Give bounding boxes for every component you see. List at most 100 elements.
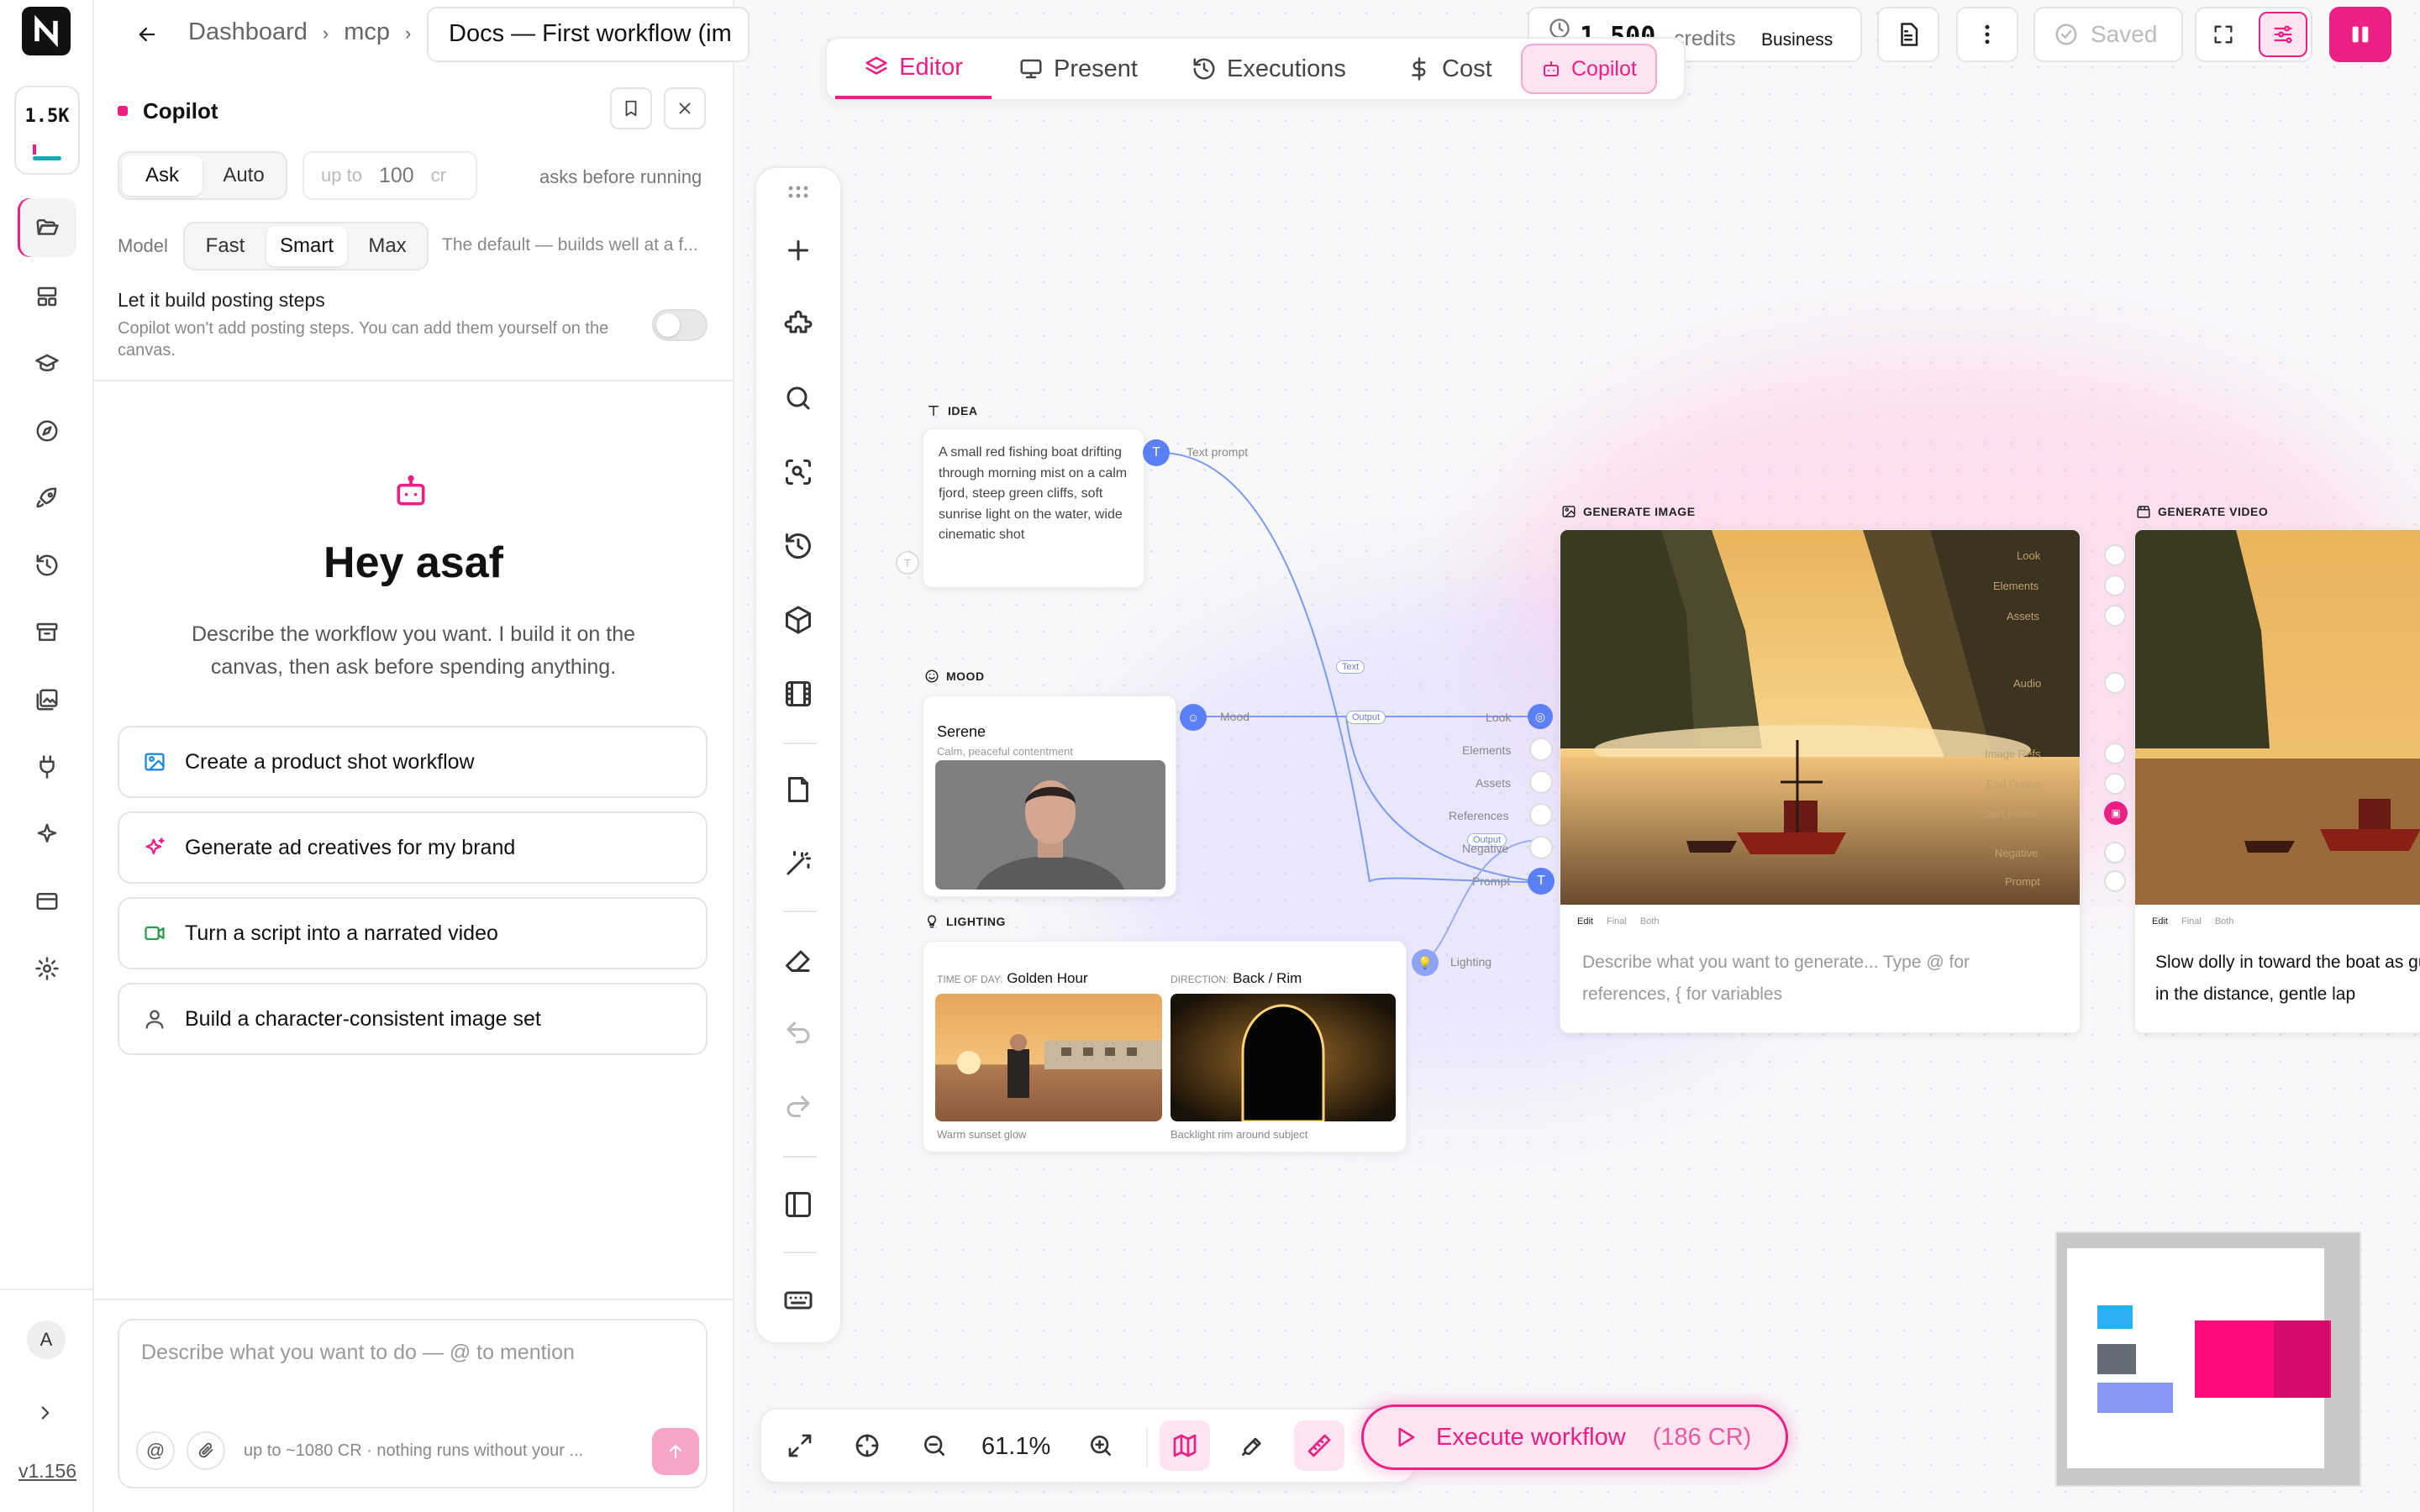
rail-ai-button[interactable] xyxy=(18,805,76,864)
idea-node[interactable]: A small red fishing boat drifting throug… xyxy=(923,428,1144,588)
fullscreen-button[interactable] xyxy=(2202,13,2245,55)
note-button[interactable] xyxy=(766,758,830,822)
image-prompt-input[interactable]: Describe what you want to generate... Ty… xyxy=(1582,947,2061,1011)
more-options-button[interactable] xyxy=(1956,7,2018,62)
video-look-port[interactable] xyxy=(2104,544,2126,566)
breadcrumb-dashboard[interactable]: Dashboard xyxy=(188,18,308,49)
rail-integrations-button[interactable] xyxy=(18,738,76,796)
workflow-canvas[interactable]: Text Output Output IDEA A small red fish… xyxy=(734,0,2420,1512)
tab-edit[interactable]: Edit xyxy=(1577,916,1593,927)
mood-output-port[interactable]: ☺ xyxy=(1180,704,1207,731)
attach-button[interactable] xyxy=(187,1431,225,1470)
video-negative-port[interactable] xyxy=(2104,842,2126,864)
rail-templates-button[interactable] xyxy=(18,267,76,326)
video-elements-port[interactable] xyxy=(2104,575,2126,596)
scan-button[interactable] xyxy=(766,440,830,504)
tab-both[interactable]: Both xyxy=(1640,916,1660,927)
minimap[interactable] xyxy=(2055,1231,2361,1487)
send-button[interactable] xyxy=(652,1428,699,1475)
assets-button[interactable] xyxy=(766,588,830,652)
lighting-node[interactable]: TIME OF DAY: Golden Hour DIRECTION: Back… xyxy=(923,941,1407,1152)
video-image-refs-port[interactable] xyxy=(2104,743,2126,764)
rail-gallery-button[interactable] xyxy=(18,670,76,729)
references-port[interactable] xyxy=(1529,803,1553,827)
mention-button[interactable]: @ xyxy=(136,1431,175,1470)
user-avatar[interactable]: A xyxy=(27,1320,66,1359)
look-port[interactable]: ◎ xyxy=(1528,704,1553,729)
lighting-output-port[interactable]: 💡 xyxy=(1412,949,1439,976)
model-fast-option[interactable]: Fast xyxy=(185,223,266,269)
tab-edit[interactable]: Edit xyxy=(2152,916,2168,927)
credits-badge[interactable]: 1.5K xyxy=(14,86,80,175)
model-max-option[interactable]: Max xyxy=(348,223,427,269)
idea-input-port[interactable]: T xyxy=(896,551,919,575)
video-prompt-port[interactable] xyxy=(2104,870,2126,892)
rail-explore-button[interactable] xyxy=(18,402,76,460)
prompt-port[interactable]: T xyxy=(1528,868,1555,895)
mood-node[interactable]: Serene Calm, peaceful contentment xyxy=(923,696,1176,897)
rail-billing-button[interactable] xyxy=(18,872,76,931)
zoom-out-button[interactable] xyxy=(909,1420,960,1471)
rail-archive-button[interactable] xyxy=(18,603,76,662)
drag-handle-icon[interactable] xyxy=(766,176,830,210)
mode-auto-option[interactable]: Auto xyxy=(203,153,284,198)
tab-both[interactable]: Both xyxy=(2215,916,2234,927)
tab-present[interactable]: Present xyxy=(1018,39,1138,99)
magic-wand-button[interactable] xyxy=(766,832,830,895)
tab-final[interactable]: Final xyxy=(2181,916,2202,927)
mode-ask-option[interactable]: Ask xyxy=(122,155,203,196)
plugins-button[interactable] xyxy=(766,292,830,356)
video-audio-port[interactable] xyxy=(2104,672,2126,694)
app-logo[interactable] xyxy=(22,7,71,55)
generate-video-node[interactable]: Edit Final Both Slow dolly in toward the… xyxy=(2134,529,2420,1033)
minimap-toggle-button[interactable] xyxy=(1160,1420,1210,1471)
undo-button[interactable] xyxy=(766,1001,830,1065)
back-button[interactable] xyxy=(128,15,166,54)
rail-learn-button[interactable] xyxy=(18,334,76,393)
tab-executions[interactable]: Executions xyxy=(1192,39,1346,99)
film-button[interactable] xyxy=(766,662,830,726)
breadcrumb-mcp[interactable]: mcp xyxy=(344,18,390,49)
rail-settings-button[interactable] xyxy=(18,939,76,998)
tab-cost[interactable]: Cost xyxy=(1407,39,1492,99)
suggestion-character-set[interactable]: Build a character-consistent image set xyxy=(118,983,708,1055)
assets-port[interactable] xyxy=(1529,770,1553,794)
budget-field[interactable]: up to 100 cr xyxy=(302,151,477,200)
rail-projects-button[interactable] xyxy=(18,198,76,257)
bookmark-button[interactable] xyxy=(610,87,652,129)
center-view-button[interactable] xyxy=(842,1420,892,1471)
keyboard-shortcuts-button[interactable] xyxy=(766,1268,830,1332)
close-panel-button[interactable] xyxy=(664,87,706,129)
tab-copilot[interactable]: Copilot xyxy=(1521,44,1657,94)
document-title-field[interactable]: Docs — First workflow (im xyxy=(427,7,750,62)
settings-sliders-button[interactable] xyxy=(2259,12,2307,57)
model-smart-option[interactable]: Smart xyxy=(266,226,347,266)
video-start-frame-port[interactable]: ▣ xyxy=(2104,801,2128,825)
redo-button[interactable] xyxy=(766,1075,830,1139)
rail-launch-button[interactable] xyxy=(18,469,76,528)
fit-view-button[interactable] xyxy=(775,1420,825,1471)
idea-output-port[interactable]: T xyxy=(1143,439,1170,466)
expand-rail-button[interactable] xyxy=(29,1396,62,1430)
video-prompt-text[interactable]: Slow dolly in toward the boat as gulls i… xyxy=(2155,947,2420,1011)
document-button[interactable] xyxy=(1877,7,1939,62)
tab-final[interactable]: Final xyxy=(1607,916,1627,927)
panel-toggle-button[interactable] xyxy=(766,1173,830,1236)
rail-history-button[interactable] xyxy=(18,536,76,595)
eraser-button[interactable] xyxy=(766,927,830,991)
video-assets-port[interactable] xyxy=(2104,605,2126,627)
tab-editor[interactable]: Editor xyxy=(835,39,992,99)
search-button[interactable] xyxy=(766,366,830,430)
composer-input[interactable]: Describe what you want to do — @ to ment… xyxy=(141,1341,687,1365)
ruler-toggle-button[interactable] xyxy=(1294,1420,1344,1471)
video-end-frame-port[interactable] xyxy=(2104,773,2126,795)
suggestion-ad-creatives[interactable]: Generate ad creatives for my brand xyxy=(118,811,708,884)
negative-port[interactable] xyxy=(1529,836,1553,859)
execute-workflow-button[interactable]: Execute workflow (186 CR) xyxy=(1361,1404,1788,1470)
elements-port[interactable] xyxy=(1529,738,1553,761)
zoom-in-button[interactable] xyxy=(1076,1420,1126,1471)
history-button[interactable] xyxy=(766,514,830,578)
suggestion-narrated-video[interactable]: Turn a script into a narrated video xyxy=(118,897,708,969)
snap-toggle-button[interactable] xyxy=(1227,1420,1277,1471)
add-node-button[interactable] xyxy=(766,218,830,282)
